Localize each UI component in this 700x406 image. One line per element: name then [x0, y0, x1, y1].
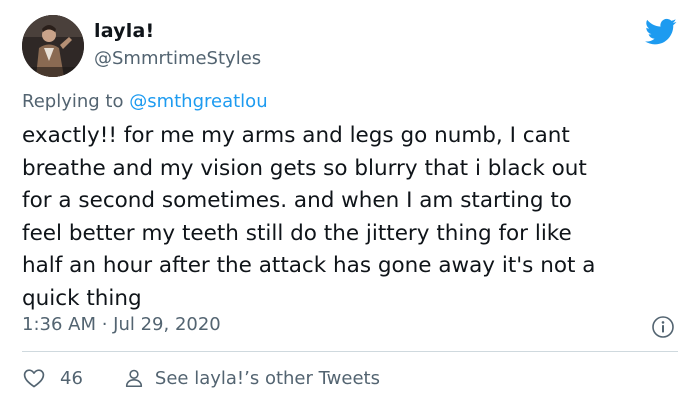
user-handle[interactable]: @SmmrtimeStyles — [94, 48, 261, 69]
avatar[interactable] — [22, 15, 84, 77]
twitter-bird-icon[interactable] — [645, 18, 677, 46]
divider — [22, 351, 678, 352]
info-icon[interactable] — [651, 315, 675, 339]
replying-to-label: Replying to — [22, 91, 130, 112]
reply-mention-link[interactable]: @smthgreatlou — [129, 91, 267, 112]
tweet-timestamp[interactable]: 1:36 AM · Jul 29, 2020 — [22, 314, 221, 335]
tweet-card: layla! @SmmrtimeStyles Replying to @smth… — [0, 0, 700, 406]
other-tweets-label: See layla!’s other Tweets — [154, 367, 380, 389]
heart-icon[interactable] — [22, 366, 46, 390]
other-tweets-link[interactable]: See layla!’s other Tweets — [123, 367, 380, 389]
tweet-text: exactly!! for me my arms and legs go num… — [22, 123, 596, 311]
user-icon — [125, 369, 143, 388]
avatar-photo — [22, 15, 84, 77]
replying-to: Replying to @smthgreatlou — [22, 91, 268, 112]
display-name[interactable]: layla! — [94, 20, 154, 42]
like-count: 46 — [60, 367, 83, 389]
tweet-actions: 46 See layla!’s other Tweets — [22, 364, 380, 392]
